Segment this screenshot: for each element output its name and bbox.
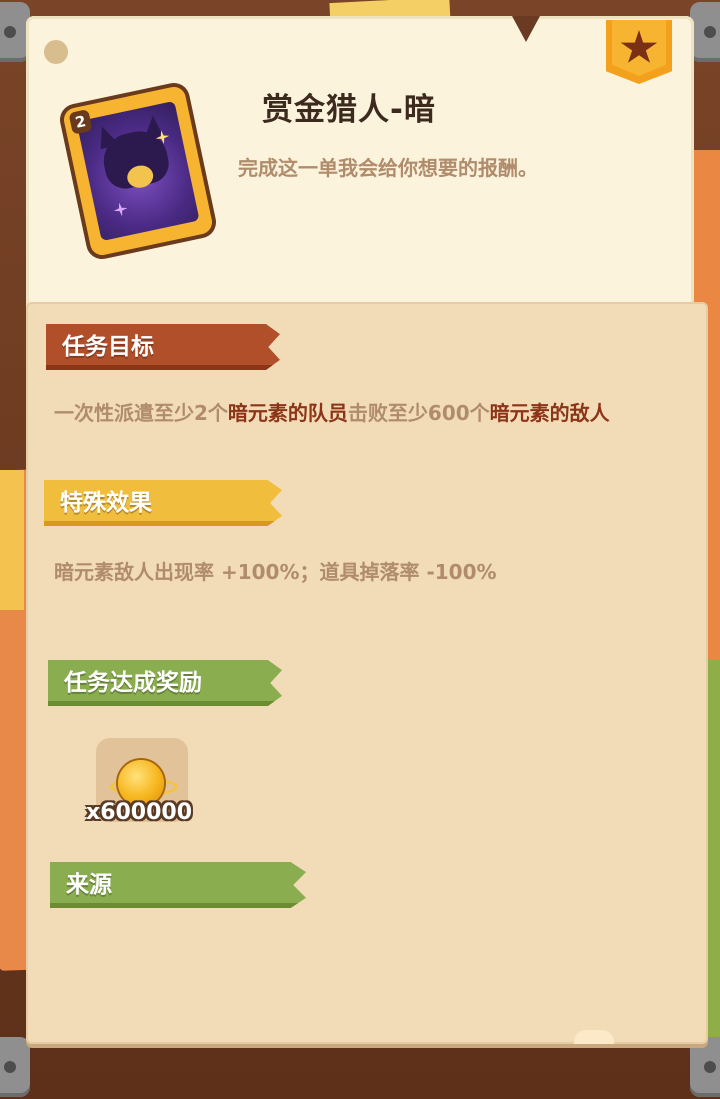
special-effect-text: 暗元素敌人出现率 +100%；道具掉落率 -100% (54, 560, 497, 584)
paper-notch (512, 16, 540, 42)
favorite-star-button[interactable] (606, 20, 672, 96)
card-level-badge: 2 (68, 109, 93, 135)
reward-header: 任务达成奖励 (48, 660, 282, 706)
background-paper (0, 470, 24, 610)
special-effect-header: 特殊效果 (44, 480, 282, 526)
pin-icon (44, 40, 68, 64)
reward-quantity: x600000 (86, 800, 193, 825)
quest-title: 赏金猎人-暗 (262, 92, 436, 128)
paper-fold (574, 1030, 614, 1044)
source-header: 来源 (50, 862, 306, 908)
background-paper (706, 660, 720, 1040)
objective-header: 任务目标 (46, 324, 280, 370)
objective-text: 一次性派遣至少2个暗元素的队员击败至少600个暗元素的敌人 (54, 401, 610, 425)
quest-description: 完成这一单我会给你想要的报酬。 (238, 156, 538, 180)
corner-clip (690, 1037, 720, 1097)
corner-clip (690, 2, 720, 62)
corner-clip (0, 1037, 30, 1097)
